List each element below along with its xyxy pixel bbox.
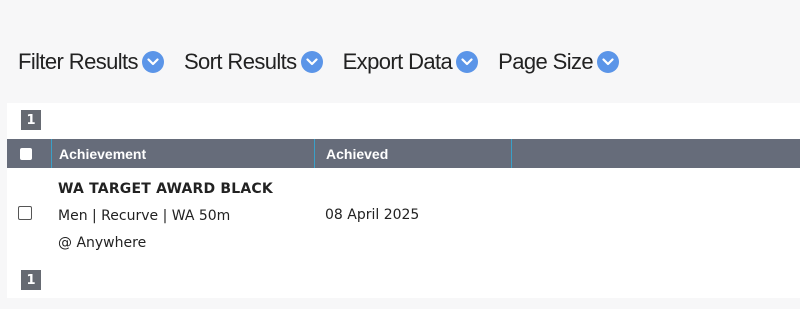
select-all-checkbox[interactable] xyxy=(20,147,32,160)
chevron-down-icon xyxy=(141,51,164,73)
achievement-location: @ Anywhere xyxy=(58,235,147,251)
export-data-dropdown[interactable]: Export Data xyxy=(343,49,479,75)
filter-results-label: Filter Results xyxy=(18,49,139,74)
page-size-label: Page Size xyxy=(498,49,594,74)
results-panel xyxy=(7,103,800,298)
export-data-label: Export Data xyxy=(342,49,453,74)
chevron-down-icon xyxy=(597,51,620,73)
sort-results-dropdown[interactable]: Sort Results xyxy=(184,49,323,75)
column-header-achieved[interactable]: Achieved xyxy=(315,139,512,168)
achievement-detail: Men | Recurve | WA 50m xyxy=(58,208,231,224)
achievement-title: WA TARGET AWARD BLACK xyxy=(58,181,273,197)
pagination-page-bottom[interactable]: 1 xyxy=(21,270,41,290)
chevron-down-icon xyxy=(300,51,323,73)
filter-results-dropdown[interactable]: Filter Results xyxy=(18,49,164,75)
pagination-page-top[interactable]: 1 xyxy=(21,110,41,130)
results-toolbar: Filter Results Sort Results Export Data … xyxy=(18,46,639,78)
chevron-down-icon xyxy=(456,51,479,73)
page-size-dropdown[interactable]: Page Size xyxy=(498,49,620,75)
select-all-cell[interactable] xyxy=(7,139,52,168)
column-header-achievement[interactable]: Achievement xyxy=(52,139,315,168)
achieved-date: 08 April 2025 xyxy=(325,207,420,223)
table-header: Achievement Achieved xyxy=(7,139,800,168)
sort-results-label: Sort Results xyxy=(183,49,297,74)
column-header-empty xyxy=(512,139,800,168)
row-checkbox[interactable] xyxy=(18,206,32,220)
